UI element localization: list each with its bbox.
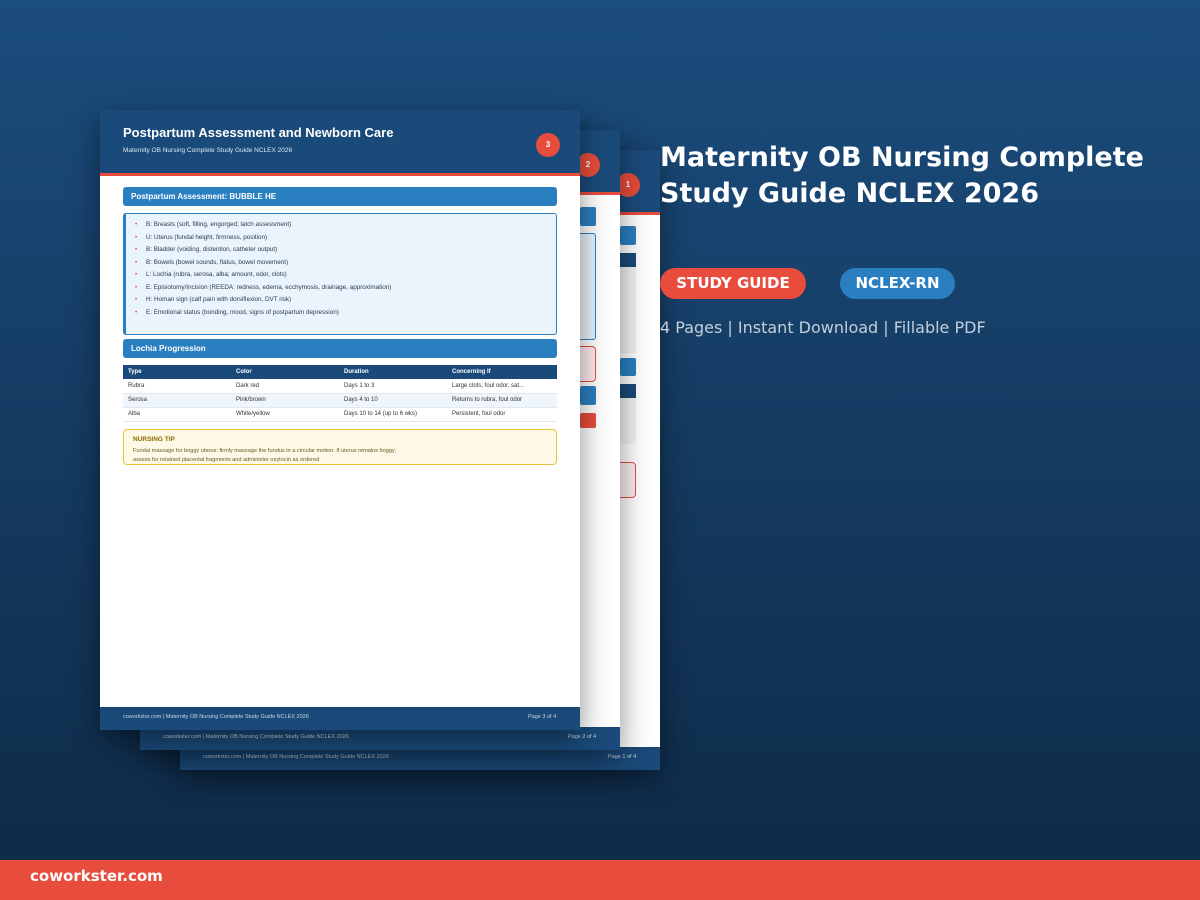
table-row: Rubra Dark red Days 1 to 3 Large clots, … — [123, 379, 557, 394]
bullet-icon: • — [135, 246, 138, 253]
table-cell: Persistent, foul odor — [447, 407, 557, 422]
table-cell: Large clots, foul odor, sat... — [447, 379, 557, 394]
footer-text: coworkster.com | Maternity OB Nursing Co… — [203, 754, 389, 760]
table-cell: Days 4 to 10 — [339, 393, 447, 408]
bullet-icon: • — [135, 308, 138, 316]
table-header-stub — [620, 384, 636, 398]
bullet-icon: • — [135, 296, 138, 303]
list-item: • H: Homan sign (calf pain with dorsiflex… — [135, 294, 391, 307]
page-number-badge: 3 — [536, 133, 560, 157]
column-header: Duration — [339, 365, 447, 379]
section-heading-bubble-he: Postpartum Assessment: BUBBLE HE — [123, 187, 557, 206]
page-footer: coworkster.com | Maternity OB Nursing Co… — [180, 747, 660, 770]
bubble-he-list: • B: Breasts (soft, filling, engorged; la… — [135, 219, 391, 319]
table-row: Alba White/yellow Days 10 to 14 (up to 6… — [123, 407, 557, 422]
footer-text: coworkster.com | Maternity OB Nursing Co… — [123, 714, 309, 720]
list-item: • E: Episiotomy/Incision (REEDA: redness,… — [135, 282, 391, 295]
table-cell: Days 10 to 14 (up to 6 wks) — [339, 407, 447, 422]
table-cell: Serosa — [123, 393, 231, 408]
brand-link[interactable]: coworkster.com — [30, 867, 163, 885]
brand-bar: coworkster.com — [0, 860, 1200, 900]
section-heading-lochia: Lochia Progression — [123, 339, 557, 358]
list-item: • U: Uterus (fundal height, firmness, pos… — [135, 232, 391, 245]
section-header-stub — [620, 358, 636, 376]
lochia-table: Type Color Duration Concerning If Rubra … — [123, 365, 557, 422]
list-item: • E: Emotional status (bonding, mood, sig… — [135, 307, 391, 320]
page-preview-3: Postpartum Assessment and Newborn Care M… — [100, 110, 580, 730]
page-header: Postpartum Assessment and Newborn Care M… — [100, 110, 580, 176]
table-row: Serosa Pink/brown Days 4 to 10 Returns t… — [123, 393, 557, 408]
table-header-stub — [620, 253, 636, 267]
bullet-icon: • — [135, 258, 138, 266]
table-cell: Dark red — [231, 379, 339, 394]
table-cell: White/yellow — [231, 407, 339, 422]
bullet-icon: • — [135, 233, 138, 241]
table-cell: Pink/brown — [231, 393, 339, 408]
footer-page-label: Page 3 of 4 — [528, 714, 557, 720]
list-item: • L: Lochia (rubra, serosa, alba; amount,… — [135, 269, 391, 282]
table-stub — [620, 253, 636, 353]
table-cell: Alba — [123, 407, 231, 422]
alert-bar-stub — [580, 413, 596, 428]
section-header-stub — [620, 226, 636, 245]
table-cell: Rubra — [123, 379, 231, 394]
footer-page-label: Page 2 of 4 — [568, 734, 597, 740]
table-header-row: Type Color Duration Concerning If — [123, 365, 557, 379]
page-footer: coworkster.com | Maternity OB Nursing Co… — [140, 727, 620, 750]
nursing-tip-text: Fundal massage for boggy uterus: firmly … — [133, 448, 396, 463]
section-header-stub — [580, 386, 596, 405]
page-title: Postpartum Assessment and Newborn Care — [123, 125, 394, 140]
page-footer: coworkster.com | Maternity OB Nursing Co… — [100, 707, 580, 730]
section-header-stub — [580, 207, 596, 226]
product-title: Maternity OB Nursing Complete Study Guid… — [660, 142, 1144, 209]
nursing-tip-box: NURSING TIP Fundal massage for boggy ute… — [123, 429, 557, 465]
footer-page-label: Page 1 of 4 — [608, 754, 637, 760]
column-header: Color — [231, 365, 339, 379]
bullet-icon: • — [135, 271, 138, 278]
footer-text: coworkster.com | Maternity OB Nursing Co… — [163, 734, 349, 740]
table-cell: Days 1 to 3 — [339, 379, 447, 394]
bullet-icon: • — [135, 283, 138, 291]
page-subtitle: Maternity OB Nursing Complete Study Guid… — [123, 147, 293, 154]
list-item: • B: Bladder (voiding, distention, cathet… — [135, 244, 391, 257]
column-header: Type — [123, 365, 231, 379]
table-cell: Returns to rubra, foul odor — [447, 393, 557, 408]
product-meta: 4 Pages | Instant Download | Fillable PD… — [660, 318, 986, 337]
bullet-icon: • — [135, 221, 138, 228]
list-item: • B: Breasts (soft, filling, engorged; la… — [135, 219, 391, 232]
nclex-rn-badge: NCLEX-RN — [840, 268, 955, 299]
bubble-he-box: • B: Breasts (soft, filling, engorged; la… — [123, 213, 557, 335]
column-header: Concerning If — [447, 365, 557, 379]
list-item: • B: Bowels (bowel sounds, flatus, bowel … — [135, 257, 391, 270]
study-guide-badge: STUDY GUIDE — [660, 268, 806, 299]
nursing-tip-heading: NURSING TIP — [133, 436, 175, 443]
